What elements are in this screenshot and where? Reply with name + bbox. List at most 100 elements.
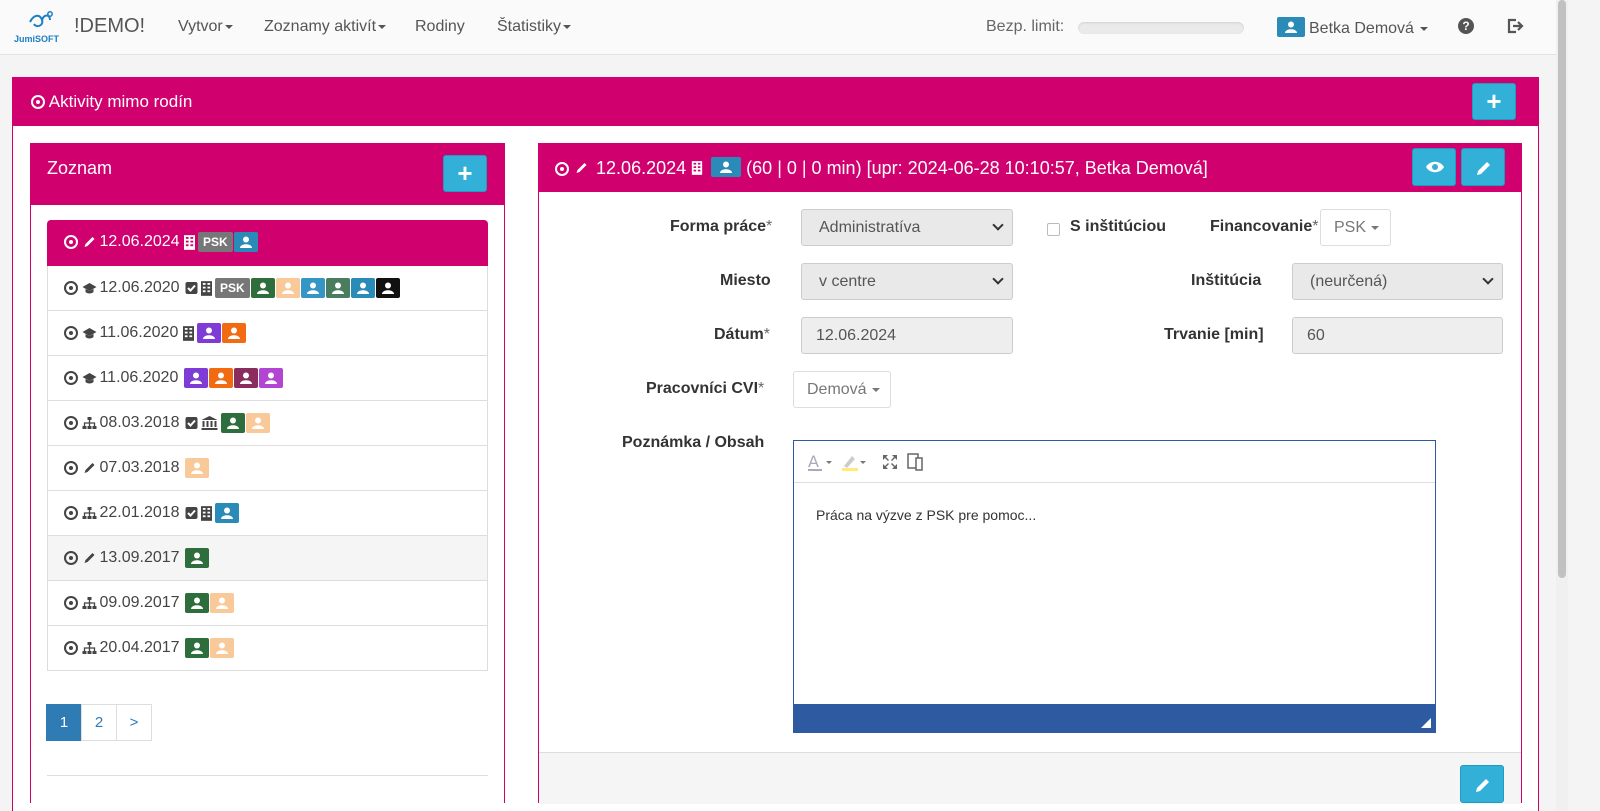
list-footer (47, 764, 488, 776)
worker-badge (214, 503, 239, 523)
graduation-cap-icon (82, 283, 97, 294)
pracovnici-dropdown[interactable]: Demová (793, 371, 891, 408)
logo[interactable]: JumiSOFT (12, 10, 68, 46)
list-item-date: 07.03.2018 (99, 459, 180, 476)
edit-button[interactable] (1461, 148, 1505, 186)
save-edit-button[interactable] (1460, 765, 1504, 803)
add-list-item-button[interactable]: + (443, 155, 487, 192)
pencil-icon (84, 463, 95, 473)
page-scrollbar[interactable] (1556, 0, 1568, 811)
activity-list: 12.06.2024 PSK 12.06.2020 PSK 11.06.2020… (47, 220, 488, 671)
resize-grip-icon[interactable] (1421, 718, 1431, 728)
page-2[interactable]: 2 (81, 704, 117, 741)
list-item[interactable]: 12.06.2024 PSK (47, 220, 488, 266)
logo-text: JumiSOFT (14, 34, 60, 44)
editor-content[interactable]: Práca na výzve z PSK pre pomoc... (794, 483, 1435, 523)
graduation-cap-icon (82, 373, 97, 384)
text-color-icon[interactable]: A (806, 452, 836, 472)
caret-down-icon (563, 24, 572, 29)
worker-badge (300, 278, 325, 298)
list-item-date: 12.06.2020 (99, 279, 180, 296)
chevron-down-icon (992, 273, 1004, 285)
check-square-icon (185, 417, 198, 429)
add-activity-button[interactable]: + (1472, 83, 1516, 120)
trvanie-input[interactable]: 60 (1292, 317, 1503, 354)
worker-badge (233, 232, 258, 252)
chevron-down-icon (1482, 273, 1494, 285)
list-item[interactable]: 13.09.2017 (47, 536, 488, 581)
view-button[interactable] (1412, 148, 1456, 186)
detail-panel-header: 12.06.2024 (60 | 0 | 0 min) [upr: 2024-0… (539, 144, 1521, 192)
target-icon (555, 162, 569, 176)
user-menu[interactable]: Betka Demová (1277, 17, 1428, 38)
background-color-icon[interactable] (840, 452, 870, 472)
list-panel: Zoznam + 12.06.2024 PSK 12.06.2020 PSK 1… (30, 143, 505, 803)
security-limit-bar (1078, 22, 1244, 34)
target-icon (64, 371, 78, 385)
nav-vytvor[interactable]: Vytvor (178, 18, 233, 36)
list-item[interactable]: 08.03.2018 (47, 401, 488, 446)
source-code-icon[interactable] (907, 453, 923, 471)
svg-text:A: A (808, 452, 819, 471)
pagination: 1 2 > (46, 704, 152, 741)
miesto-label: Miesto (720, 272, 771, 289)
target-icon (64, 461, 78, 475)
worker-badge (196, 323, 221, 343)
rich-text-editor[interactable]: A Práca na výzve z PSK pre pomoc... (793, 440, 1436, 733)
worker-badge (184, 593, 209, 613)
page-next[interactable]: > (116, 704, 152, 741)
check-square-icon (185, 282, 198, 294)
datum-input[interactable]: 12.06.2024 (801, 317, 1013, 354)
user-icon (1277, 17, 1305, 37)
nav-zoznamy-aktivit[interactable]: Zoznamy aktivít (264, 18, 387, 36)
s-instituciou-checkbox[interactable] (1047, 223, 1060, 236)
editor-status-bar (794, 704, 1435, 732)
pencil-icon (84, 237, 95, 247)
check-square-icon (185, 507, 198, 519)
psk-badge: PSK (197, 232, 233, 252)
brand-title[interactable]: !DEMO! (74, 15, 145, 38)
nav-rodiny[interactable]: Rodiny (415, 18, 465, 36)
logo-mark-icon (29, 11, 53, 28)
list-item-date: 13.09.2017 (99, 549, 180, 566)
sitemap-icon (82, 507, 97, 519)
psk-badge: PSK (214, 278, 250, 298)
worker-badge (209, 593, 234, 613)
list-item[interactable]: 07.03.2018 (47, 446, 488, 491)
list-item[interactable]: 22.01.2018 (47, 491, 488, 536)
target-icon (64, 596, 78, 610)
pracovnici-label: Pracovníci CVI* (646, 380, 765, 397)
list-item[interactable]: 09.09.2017 (47, 581, 488, 626)
list-panel-title: Zoznam (47, 158, 113, 178)
pencil-icon (1477, 162, 1490, 175)
worker-badge (250, 278, 275, 298)
worker-badge (350, 278, 375, 298)
list-item[interactable]: 11.06.2020 (47, 311, 488, 356)
list-item[interactable]: 12.06.2020 PSK (47, 266, 488, 311)
miesto-select[interactable]: v centre (801, 263, 1013, 300)
target-icon (31, 95, 45, 109)
building-icon (691, 161, 703, 175)
nav-statistiky[interactable]: Štatistiky (497, 18, 572, 36)
logout-icon[interactable] (1506, 17, 1524, 35)
scrollbar-thumb[interactable] (1558, 0, 1566, 578)
pencil-icon (84, 553, 95, 563)
activities-panel: Aktivity mimo rodín + Zoznam + 12.06.202… (12, 77, 1539, 811)
pencil-icon (1476, 779, 1489, 792)
financovanie-dropdown[interactable]: PSK (1320, 209, 1391, 246)
trvanie-label: Trvanie [min] (1164, 326, 1264, 343)
help-icon[interactable]: ? (1458, 18, 1474, 34)
activities-panel-title: Aktivity mimo rodín (31, 92, 192, 112)
list-item[interactable]: 20.04.2017 (47, 626, 488, 671)
worker-badge (375, 278, 400, 298)
list-item[interactable]: 11.06.2020 (47, 356, 488, 401)
institucia-select[interactable]: (neurčená) (1292, 263, 1503, 300)
worker-badge (711, 157, 742, 177)
worker-badge (184, 548, 209, 568)
worker-badge (184, 638, 209, 658)
forma-prace-select[interactable]: Administratíva (801, 209, 1013, 246)
maximize-icon[interactable] (882, 454, 898, 470)
page-1[interactable]: 1 (46, 704, 82, 741)
worker-badge (221, 323, 246, 343)
worker-badge (209, 638, 234, 658)
